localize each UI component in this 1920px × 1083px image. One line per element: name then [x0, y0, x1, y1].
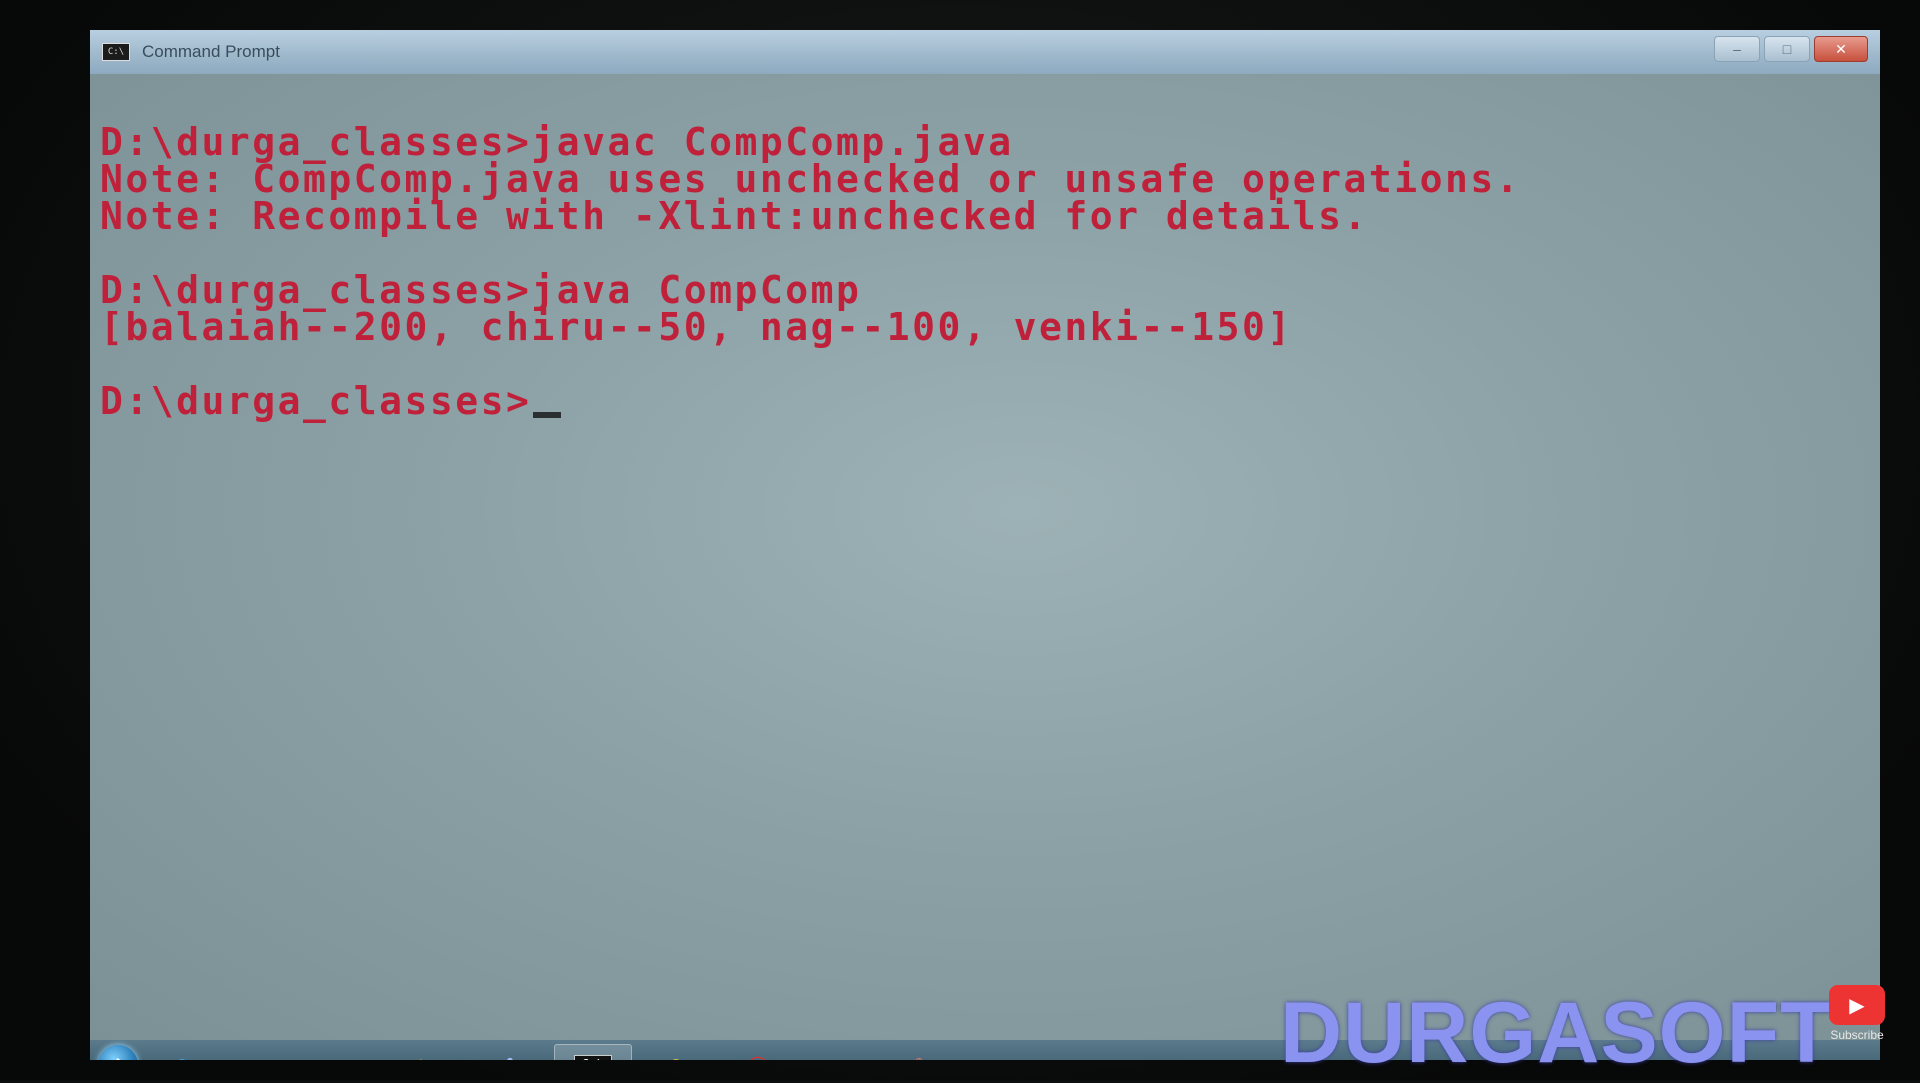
editor-icon: ✎ — [914, 1053, 931, 1061]
taskbar-item-chrome[interactable]: ◉ — [638, 1045, 714, 1061]
subscribe-button[interactable]: ▶ Subscribe — [1826, 985, 1888, 1045]
folder-icon: ▬ — [254, 1054, 274, 1061]
minimize-icon: – — [1733, 41, 1741, 57]
maximize-icon: □ — [1782, 41, 1792, 57]
pie-chart-icon: ◕ — [834, 1054, 846, 1061]
media-player-icon: ▶ — [420, 1053, 435, 1061]
internet-explorer-icon: ◎ — [173, 1053, 190, 1061]
youtube-play-icon: ▶ — [1829, 985, 1885, 1025]
windows-logo-icon: ❖ — [110, 1055, 126, 1061]
subscribe-label: Subscribe — [1830, 1028, 1884, 1042]
brand-watermark: DURGASOFT — [1280, 985, 1834, 1081]
taskbar-item-command-prompt[interactable]: C:\ — [554, 1044, 632, 1060]
prompt-line[interactable]: D:\durga_classes> — [100, 382, 1880, 420]
window-titlebar[interactable]: C:\ Command Prompt – □ ✕ — [90, 30, 1880, 74]
close-icon: ✕ — [1835, 41, 1847, 57]
window-controls: – □ ✕ — [1714, 36, 1868, 62]
taskbar-item-media-player[interactable]: ▶ — [390, 1045, 466, 1061]
console-output[interactable]: D:\durga_classes>javac CompComp.java Not… — [90, 74, 1880, 1040]
console-line: Note: CompComp.java uses unchecked or un… — [100, 157, 1522, 201]
opera-icon: ◯ — [747, 1053, 769, 1061]
text-cursor — [533, 412, 562, 418]
console-line: D:\durga_classes>java CompComp — [100, 268, 862, 312]
close-button[interactable]: ✕ — [1814, 36, 1868, 62]
paint-icon: ✿ — [502, 1053, 519, 1061]
taskbar-item-opera[interactable]: ◯ — [720, 1045, 796, 1061]
powerpoint-icon: ■ — [340, 1054, 352, 1061]
cmd-icon: C:\ — [102, 43, 130, 61]
console-line: D:\durga_classes>javac CompComp.java — [100, 120, 1014, 164]
maximize-button[interactable]: □ — [1764, 36, 1810, 62]
screen: C:\ Command Prompt – □ ✕ D:\durga_classe… — [90, 30, 1880, 1060]
minimize-button[interactable]: – — [1714, 36, 1760, 62]
command-prompt-icon: C:\ — [574, 1054, 612, 1060]
console-line: [balaiah--200, chiru--50, nag--100, venk… — [100, 305, 1293, 349]
taskbar-item-paint[interactable]: ✿ — [472, 1045, 548, 1061]
console-line: Note: Recompile with -Xlint:unchecked fo… — [100, 194, 1369, 238]
taskbar-item-powerpoint[interactable]: ■ — [308, 1045, 384, 1061]
prompt-text: D:\durga_classes> — [100, 379, 532, 423]
chrome-icon: ◉ — [667, 1053, 684, 1061]
taskbar-item-editor[interactable]: ✎ — [884, 1045, 960, 1061]
window-title: Command Prompt — [142, 42, 280, 61]
taskbar-item-pie-chart[interactable]: ◕ — [802, 1045, 878, 1061]
start-button[interactable]: ❖ — [98, 1045, 138, 1060]
taskbar-item-folder[interactable]: ▬ — [226, 1045, 302, 1061]
taskbar-item-internet-explorer[interactable]: ◎ — [144, 1045, 220, 1061]
